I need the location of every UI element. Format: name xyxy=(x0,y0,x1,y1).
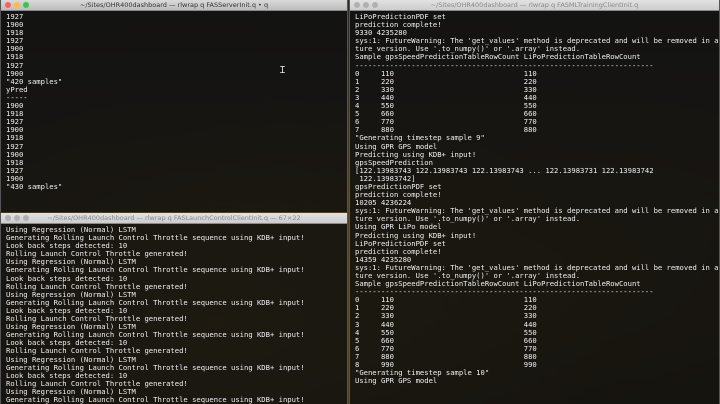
minimize-icon[interactable] xyxy=(14,215,20,221)
terminal-output[interactable]: Using Regression (Normal) LSTM Generating… xyxy=(1,224,347,404)
terminal-line: 1927 xyxy=(6,117,24,127)
window-title: ~/Sites/OHR400dashboard — rlwrap q FASML… xyxy=(430,1,639,9)
terminal-line: 1900 xyxy=(6,20,24,30)
terminal-line: 1918 xyxy=(6,28,24,38)
terminal-line: "430 samples" xyxy=(6,181,63,191)
close-icon[interactable] xyxy=(354,2,360,8)
close-icon[interactable] xyxy=(5,215,11,221)
terminal-window-launch-control[interactable]: ~/Sites/OHR400dashboard — rlwrap q FASLa… xyxy=(0,213,348,404)
terminal-line: prediction complete! xyxy=(355,20,442,30)
window-titlebar[interactable]: ~/Sites/OHR400dashboard — rlwrap q FASLa… xyxy=(1,213,347,224)
minimize-icon[interactable] xyxy=(14,2,20,8)
terminal-line: "420 samples" xyxy=(6,76,63,86)
terminal-line: ----- xyxy=(6,92,28,102)
window-titlebar[interactable]: ~/Sites/OHR400dashboard — rlwrap q FASML… xyxy=(350,0,719,11)
terminal-line: 1927 xyxy=(6,36,24,46)
window-titlebar[interactable]: ~/Sites/OHR400dashboard — rlwrap q FASSe… xyxy=(1,0,347,11)
terminal-line: 1927 xyxy=(6,12,24,21)
zoom-icon[interactable] xyxy=(372,2,378,8)
terminal-line: 1927 xyxy=(6,165,24,175)
terminal-line: yPred xyxy=(6,84,28,94)
close-icon[interactable] xyxy=(5,2,11,8)
terminal-output[interactable]: 1927 1900 1918 1927 1900 1918 1927 1900 "420 sam… xyxy=(1,11,347,191)
terminal-output[interactable]: LiPoPredictionPDF set prediction complete… xyxy=(350,11,719,385)
terminal-window-server[interactable]: ~/Sites/OHR400dashboard — rlwrap q FASSe… xyxy=(0,0,348,212)
window-title: ~/Sites/OHR400dashboard — rlwrap q FASLa… xyxy=(47,214,301,222)
text-cursor-icon: Ｉ xyxy=(278,66,288,76)
terminal-line: 1918 xyxy=(6,133,24,143)
window-controls xyxy=(5,215,29,221)
zoom-icon[interactable] xyxy=(23,2,29,8)
terminal-window-ml-training[interactable]: ~/Sites/OHR400dashboard — rlwrap q FASML… xyxy=(349,0,720,404)
terminal-line: 1918 xyxy=(6,109,24,119)
terminal-line: Using GPR GPS model xyxy=(355,376,438,386)
terminal-line: 1900 xyxy=(6,44,24,54)
terminal-line: 1927 xyxy=(6,141,24,151)
terminal-line: 1927 xyxy=(6,60,24,70)
window-title: ~/Sites/OHR400dashboard — rlwrap q FASSe… xyxy=(79,1,269,9)
zoom-icon[interactable] xyxy=(23,215,29,221)
minimize-icon[interactable] xyxy=(363,2,369,8)
window-controls xyxy=(5,2,29,8)
terminal-line: 1900 xyxy=(6,125,24,135)
terminal-line: 1900 xyxy=(6,149,24,159)
terminal-line: 1918 xyxy=(6,157,24,167)
window-controls xyxy=(354,2,378,8)
terminal-line: 1900 xyxy=(6,101,24,111)
terminal-line: 1918 xyxy=(6,52,24,62)
